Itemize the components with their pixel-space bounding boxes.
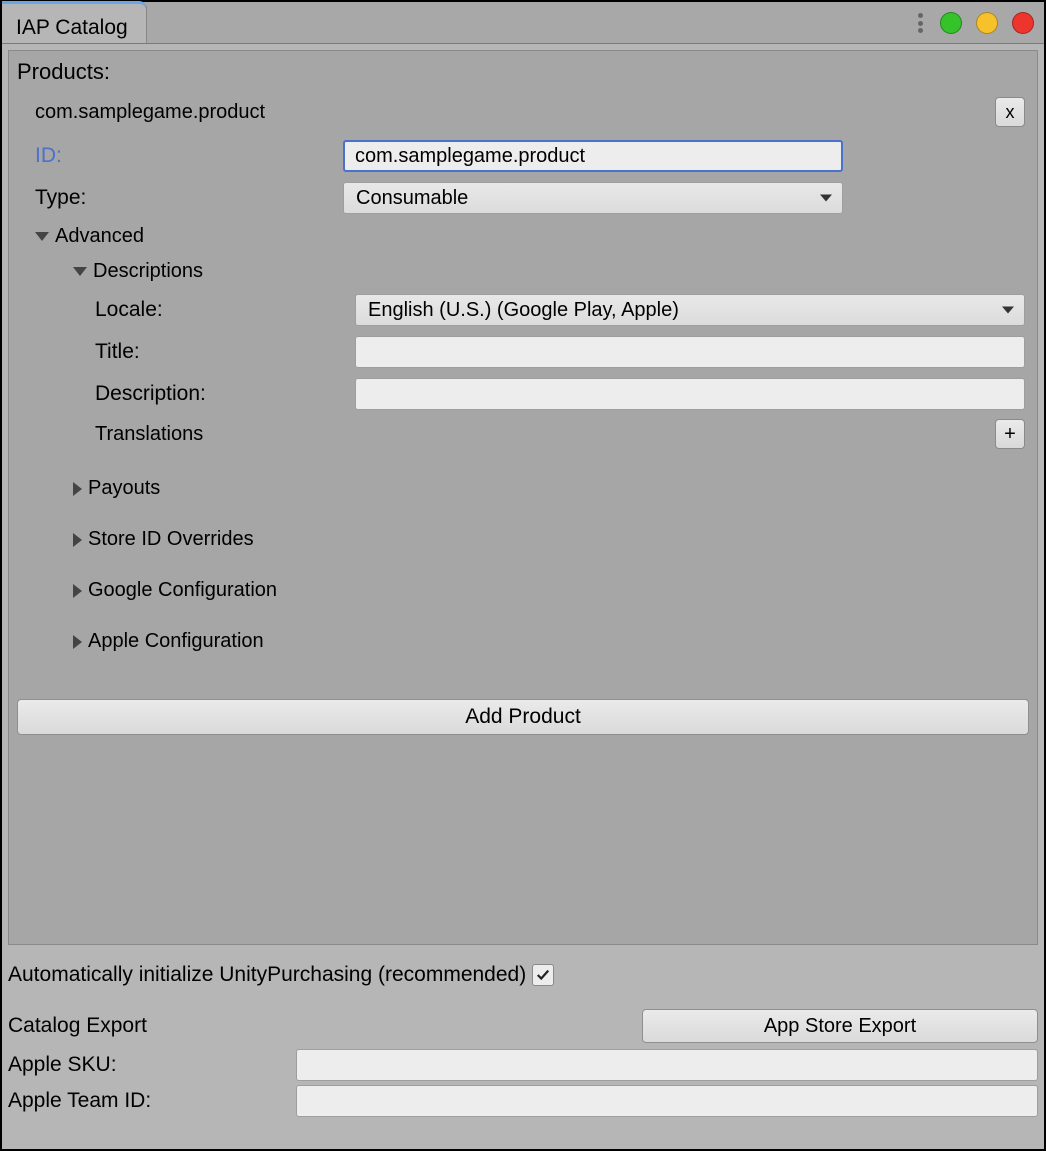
- window-controls: [914, 2, 1034, 44]
- descriptions-foldout[interactable]: Descriptions: [73, 254, 1029, 289]
- locale-select[interactable]: English (U.S.) (Google Play, Apple): [355, 294, 1025, 326]
- apple-team-id-input[interactable]: [296, 1085, 1038, 1117]
- id-label: ID:: [35, 144, 335, 168]
- type-selected-value: Consumable: [356, 187, 468, 210]
- foldout-triangle-right-icon: [73, 533, 82, 547]
- product-header: com.samplegame.product x: [17, 93, 1029, 135]
- type-select[interactable]: Consumable: [343, 182, 843, 214]
- description-label: Description:: [95, 382, 347, 406]
- product-item: com.samplegame.product x ID: Type: Consu…: [15, 89, 1031, 681]
- foldout-triangle-down-icon: [35, 232, 49, 241]
- description-input[interactable]: [355, 378, 1025, 410]
- locale-label: Locale:: [95, 298, 347, 322]
- remove-product-button[interactable]: x: [995, 97, 1025, 127]
- apple-sku-input[interactable]: [296, 1049, 1038, 1081]
- title-label: Title:: [95, 340, 347, 364]
- tab-bar: IAP Catalog: [2, 2, 1044, 44]
- payouts-foldout[interactable]: Payouts: [73, 463, 1029, 514]
- add-product-button[interactable]: Add Product: [17, 699, 1029, 735]
- products-panel: Products: com.samplegame.product x ID: T…: [8, 50, 1038, 945]
- checkmark-icon: [536, 968, 550, 982]
- type-label: Type:: [35, 186, 335, 210]
- window-maximize-icon[interactable]: [976, 12, 998, 34]
- translations-label: Translations: [95, 423, 203, 446]
- apple-sku-label: Apple SKU:: [8, 1053, 288, 1077]
- translations-row: Translations +: [17, 415, 1029, 453]
- title-row: Title:: [17, 331, 1029, 373]
- apple-team-id-row: Apple Team ID:: [8, 1083, 1038, 1119]
- tab-iap-catalog[interactable]: IAP Catalog: [2, 1, 147, 43]
- foldout-triangle-right-icon: [73, 635, 82, 649]
- description-row: Description:: [17, 373, 1029, 415]
- app-store-export-button[interactable]: App Store Export: [642, 1009, 1038, 1043]
- apple-configuration-label: Apple Configuration: [88, 630, 264, 653]
- apple-team-id-label: Apple Team ID:: [8, 1089, 288, 1113]
- descriptions-label: Descriptions: [93, 260, 203, 283]
- descriptions-fields: Locale: English (U.S.) (Google Play, App…: [17, 289, 1029, 453]
- payouts-label: Payouts: [88, 477, 160, 500]
- auto-init-checkbox[interactable]: [532, 964, 554, 986]
- foldout-triangle-right-icon: [73, 482, 82, 496]
- add-translation-button[interactable]: +: [995, 419, 1025, 449]
- product-name: com.samplegame.product: [35, 101, 265, 124]
- apple-configuration-foldout[interactable]: Apple Configuration: [73, 616, 1029, 667]
- auto-init-label: Automatically initialize UnityPurchasing…: [8, 963, 526, 987]
- store-id-overrides-foldout[interactable]: Store ID Overrides: [73, 514, 1029, 565]
- id-input[interactable]: [343, 140, 843, 172]
- title-input[interactable]: [355, 336, 1025, 368]
- apple-sku-row: Apple SKU:: [8, 1047, 1038, 1083]
- store-id-overrides-label: Store ID Overrides: [88, 528, 254, 551]
- window-close-icon[interactable]: [1012, 12, 1034, 34]
- footer-section: Automatically initialize UnityPurchasing…: [2, 951, 1044, 1119]
- foldout-triangle-right-icon: [73, 584, 82, 598]
- auto-init-row: Automatically initialize UnityPurchasing…: [8, 957, 1038, 1005]
- advanced-foldout[interactable]: Advanced: [35, 219, 1029, 254]
- collapsed-sections: Payouts Store ID Overrides Google Config…: [73, 453, 1029, 677]
- tab-label: IAP Catalog: [16, 16, 128, 40]
- google-configuration-foldout[interactable]: Google Configuration: [73, 565, 1029, 616]
- advanced-label: Advanced: [55, 225, 144, 248]
- id-row: ID:: [17, 135, 1029, 177]
- foldout-triangle-down-icon: [73, 267, 87, 276]
- catalog-export-label: Catalog Export: [8, 1014, 634, 1038]
- window-minimize-icon[interactable]: [940, 12, 962, 34]
- type-row: Type: Consumable: [17, 177, 1029, 219]
- products-heading: Products:: [17, 59, 1029, 85]
- google-configuration-label: Google Configuration: [88, 579, 277, 602]
- locale-selected-value: English (U.S.) (Google Play, Apple): [368, 299, 679, 322]
- locale-row: Locale: English (U.S.) (Google Play, App…: [17, 289, 1029, 331]
- kebab-menu-icon[interactable]: [914, 10, 926, 36]
- catalog-export-row: Catalog Export App Store Export: [8, 1005, 1038, 1047]
